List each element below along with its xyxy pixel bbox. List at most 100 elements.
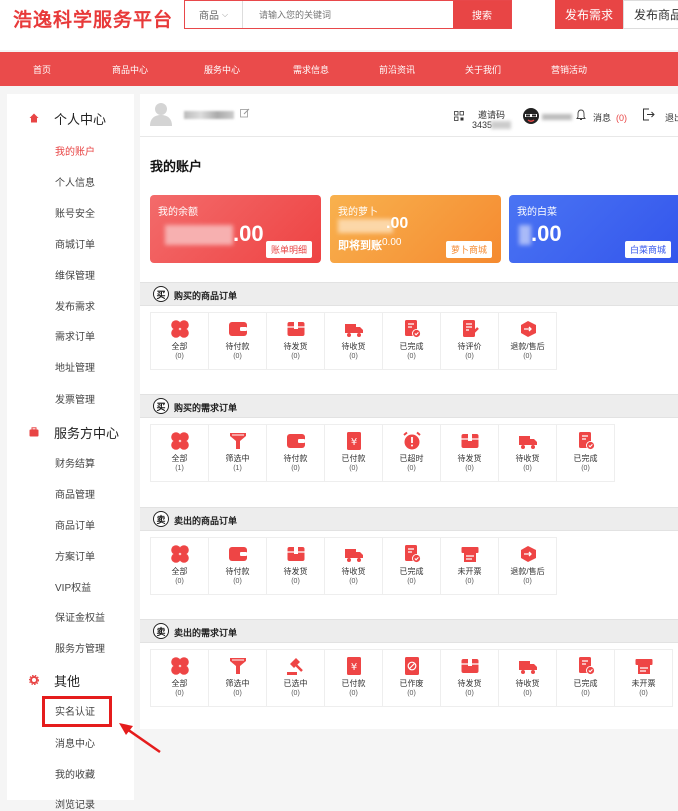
sidebar-item-publish-request[interactable]: 发布需求 — [55, 298, 95, 313]
sidebar-item-plan-orders[interactable]: 方案订单 — [55, 548, 95, 563]
nav-item-demands[interactable]: 需求信息 — [268, 52, 354, 86]
order-status-item[interactable]: 待付款 (0) — [209, 313, 267, 369]
order-status-item[interactable]: 待收货 (0) — [325, 538, 383, 594]
qr-code-icon[interactable] — [454, 111, 464, 121]
order-status-item[interactable]: 待收货 (0) — [325, 313, 383, 369]
order-status-item[interactable]: 待付款 (0) — [209, 538, 267, 594]
sidebar-item-address[interactable]: 地址管理 — [55, 359, 95, 374]
order-status-count: (0) — [407, 578, 416, 585]
order-status-count: (0) — [175, 578, 184, 585]
order-status-item[interactable]: 已选中 (0) — [267, 650, 325, 706]
logout-icon[interactable] — [642, 108, 655, 121]
nav-item-products[interactable]: 商品中心 — [84, 52, 176, 86]
order-status-item[interactable]: 待发货 (0) — [441, 425, 499, 481]
sidebar-item-personal-info[interactable]: 个人信息 — [55, 174, 95, 189]
order-status-item[interactable]: 已完成 (0) — [383, 313, 441, 369]
order-status-count: (0) — [349, 353, 358, 360]
section-title: 购买的商品订单 — [174, 291, 238, 301]
sidebar-item-messages[interactable]: 消息中心 — [55, 735, 95, 750]
order-status-item[interactable]: 全部 (0) — [151, 313, 209, 369]
order-status-label: 筛选中 — [225, 679, 250, 688]
order-status-label: 未开票 — [631, 679, 656, 688]
nav-item-marketing[interactable]: 营销活动 — [526, 52, 612, 86]
sidebar-item-deposit[interactable]: 保证金权益 — [55, 609, 105, 624]
publish-goods-button[interactable]: 发布商品 — [623, 0, 678, 29]
order-status-item[interactable]: 全部 (0) — [151, 650, 209, 706]
order-status-item[interactable]: 退款/售后 (0) — [499, 313, 557, 369]
nav-item-home[interactable]: 首页 — [0, 52, 84, 86]
sidebar-item-favorites[interactable]: 我的收藏 — [55, 766, 95, 781]
order-status-item[interactable]: 全部 (1) — [151, 425, 209, 481]
order-status-count: (0) — [407, 465, 416, 472]
doc-check-icon — [578, 657, 595, 675]
order-status-item[interactable]: 待发货 (0) — [267, 538, 325, 594]
search-input[interactable] — [243, 1, 453, 28]
order-status-item[interactable]: 已作废 (0) — [383, 650, 441, 706]
nav-item-about[interactable]: 关于我们 — [440, 52, 526, 86]
sidebar-item-account-security[interactable]: 账号安全 — [55, 205, 95, 220]
order-status-count: (0) — [175, 353, 184, 360]
order-status-item[interactable]: ¥ 已付款 (0) — [325, 425, 383, 481]
site-logo[interactable]: 浩逸科学服务平台 — [13, 5, 173, 32]
username-redacted — [184, 111, 234, 119]
nav-item-news[interactable]: 前沿资讯 — [354, 52, 440, 86]
order-status-count: (0) — [291, 353, 300, 360]
logout-link[interactable]: 退出 — [665, 111, 678, 124]
radish-mall-button[interactable]: 萝卜商城 — [446, 241, 493, 258]
order-status-label: 已超时 — [399, 454, 424, 463]
void-doc-icon — [404, 657, 419, 675]
order-status-label: 全部 — [171, 454, 188, 463]
sidebar-item-maintenance[interactable]: 维保管理 — [55, 267, 95, 282]
order-status-item[interactable]: 待收货 (0) — [499, 425, 557, 481]
sidebar-item-history[interactable]: 浏览记录 — [55, 796, 95, 811]
order-status-item[interactable]: 已超时 (0) — [383, 425, 441, 481]
order-status-count: (0) — [523, 578, 532, 585]
sidebar-item-vip[interactable]: VIP权益 — [55, 579, 91, 594]
search-button[interactable]: 搜索 — [453, 1, 511, 28]
order-status-count: (0) — [465, 690, 474, 697]
order-status-item[interactable]: 退款/售后 (0) — [499, 538, 557, 594]
order-status-item[interactable]: 已完成 (0) — [557, 425, 615, 481]
order-status-label: 已付款 — [341, 454, 366, 463]
order-status-item[interactable]: 待发货 (0) — [267, 313, 325, 369]
order-status-item[interactable]: 待收货 (0) — [499, 650, 557, 706]
bell-icon[interactable] — [575, 109, 587, 121]
order-status-label: 已完成 — [573, 454, 598, 463]
box-icon — [287, 322, 304, 336]
order-status-item[interactable]: 筛选中 (0) — [209, 650, 267, 706]
sidebar-item-request-orders[interactable]: 需求订单 — [55, 328, 95, 343]
wallet-icon — [286, 434, 305, 448]
section-header: 买购买的需求订单 — [140, 394, 678, 418]
sidebar-item-product-mgmt[interactable]: 商品管理 — [55, 486, 95, 501]
username-redacted-2 — [542, 114, 572, 120]
order-status-row: 全部 (1) 筛选中 (1) 待付款 (0) ¥ 已付款 (0) 已超时 (0) 待发货 (0) 待收货 (… — [150, 424, 615, 482]
nav-item-services[interactable]: 服务中心 — [176, 52, 268, 86]
sidebar-item-provider-mgmt[interactable]: 服务方管理 — [55, 640, 105, 655]
order-status-item[interactable]: 全部 (0) — [151, 538, 209, 594]
sidebar-item-my-account[interactable]: 我的账户 — [55, 143, 95, 158]
messages-link[interactable]: 消息 (0) — [593, 111, 627, 124]
order-status-item[interactable]: 待评价 (0) — [441, 313, 499, 369]
section-title: 卖出的需求订单 — [174, 628, 238, 638]
sidebar-item-invoice[interactable]: 发票管理 — [55, 391, 95, 406]
bill-details-button[interactable]: 账单明细 — [266, 241, 313, 258]
order-status-item[interactable]: 已完成 (0) — [383, 538, 441, 594]
order-status-item[interactable]: 未开票 (0) — [441, 538, 499, 594]
order-status-item[interactable]: 已完成 (0) — [557, 650, 615, 706]
order-status-item[interactable]: 待发货 (0) — [441, 650, 499, 706]
order-status-item[interactable]: 筛选中 (1) — [209, 425, 267, 481]
box-icon — [461, 434, 478, 448]
cabbage-mall-button[interactable]: 白菜商城 — [625, 241, 672, 258]
sidebar-item-mall-orders[interactable]: 商城订单 — [55, 236, 95, 251]
order-status-item[interactable]: 待付款 (0) — [267, 425, 325, 481]
doc-check-icon — [404, 545, 421, 563]
filter-icon — [229, 658, 246, 674]
publish-request-button[interactable]: 发布需求 — [555, 0, 623, 29]
order-status-item[interactable]: ¥ 已付款 (0) — [325, 650, 383, 706]
user-avatar[interactable] — [523, 108, 539, 124]
sidebar-item-finance[interactable]: 财务结算 — [55, 455, 95, 470]
search-category-select[interactable]: 商品 ⌵ — [185, 1, 243, 28]
sidebar-item-product-orders[interactable]: 商品订单 — [55, 517, 95, 532]
edit-icon[interactable] — [240, 108, 250, 118]
order-status-item[interactable]: 未开票 (0) — [615, 650, 673, 706]
